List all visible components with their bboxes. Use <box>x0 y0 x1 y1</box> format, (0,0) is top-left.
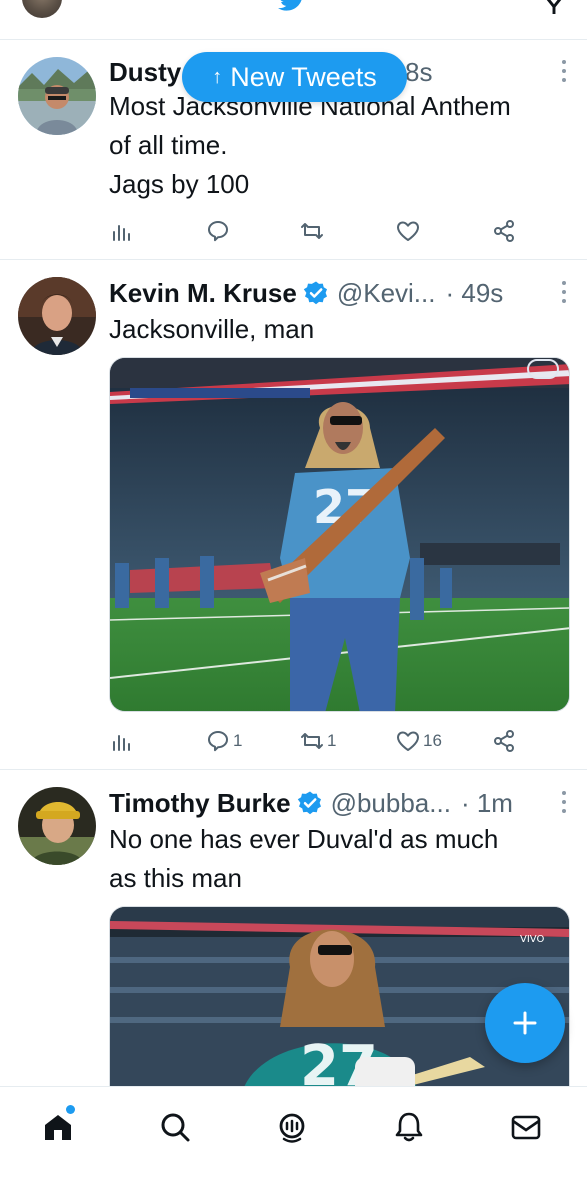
compose-plus-icon <box>513 1011 537 1035</box>
tweet-actions <box>109 216 529 246</box>
tweet-time[interactable]: · 1m <box>461 788 513 819</box>
twitter-logo-icon[interactable] <box>278 0 306 12</box>
tweet-text-line: of all time. <box>109 130 228 160</box>
tweet-media-image[interactable]: 27 <box>109 357 570 712</box>
retweet-button[interactable]: 1 <box>299 726 336 756</box>
tweet-header: Timothy Burke @bubba... · 1m <box>109 786 569 820</box>
reply-icon <box>208 221 228 242</box>
tweet-text-line: No one has ever Duval'd as much <box>109 824 499 854</box>
like-count: 16 <box>423 731 442 750</box>
new-tweets-label: New Tweets <box>230 61 377 92</box>
retweet-icon <box>301 733 323 749</box>
nav-search[interactable] <box>157 1109 193 1145</box>
verified-badge-icon <box>297 791 321 815</box>
tweet-text-line: as this man <box>109 863 242 893</box>
analytics-button[interactable] <box>109 216 135 246</box>
search-icon <box>161 1113 190 1142</box>
reply-count: 1 <box>233 731 243 750</box>
nav-messages[interactable] <box>508 1109 544 1145</box>
vivo-watermark: VIVO <box>520 934 544 945</box>
like-button[interactable] <box>395 216 421 246</box>
author-name[interactable]: Timothy Burke <box>109 788 291 819</box>
bottom-navigation <box>0 1086 587 1200</box>
arrow-up-icon: ↑ <box>212 65 223 88</box>
share-icon <box>494 220 514 242</box>
avatar[interactable] <box>18 277 96 355</box>
retweet-count: 1 <box>327 731 337 750</box>
heart-icon <box>397 221 419 241</box>
analytics-button[interactable] <box>109 726 135 756</box>
spaces-icon <box>279 1113 305 1143</box>
tweet-text-line: Jacksonville, man <box>109 314 315 344</box>
photo-guitarist-field: 27 <box>110 358 569 711</box>
author-handle[interactable]: @bubba... <box>331 788 451 819</box>
tweet-header: Kevin M. Kruse @Kevi... · 49s <box>109 276 569 310</box>
reply-icon <box>208 731 228 752</box>
nav-spaces[interactable] <box>274 1109 310 1145</box>
author-name[interactable]: Dusty <box>109 57 181 88</box>
nav-home[interactable] <box>40 1109 76 1145</box>
verified-badge-icon <box>303 281 327 305</box>
home-icon <box>45 1115 71 1140</box>
notifications-icon <box>395 1112 423 1142</box>
share-button[interactable] <box>491 726 517 756</box>
retweet-button[interactable] <box>299 216 325 246</box>
nav-notifications[interactable] <box>391 1109 427 1145</box>
compose-tweet-button[interactable] <box>485 983 565 1063</box>
tweet-text: Jacksonville, man <box>109 310 569 349</box>
new-content-dot <box>66 1105 75 1114</box>
tweet-time-row: 8s <box>405 55 569 89</box>
messages-icon <box>511 1115 541 1140</box>
avatar[interactable] <box>18 787 96 865</box>
more-options-icon[interactable] <box>559 58 569 84</box>
new-tweets-pill[interactable]: ↑ New Tweets <box>182 52 407 102</box>
more-options-icon[interactable] <box>559 279 569 305</box>
tweet-time[interactable]: · 49s <box>445 278 503 309</box>
tweet-text: No one has ever Duval'd as much as this … <box>109 820 569 898</box>
reply-button[interactable]: 1 <box>205 726 242 756</box>
sparkle-icon[interactable] <box>540 0 568 14</box>
share-button[interactable] <box>491 216 517 246</box>
top-bar <box>0 0 587 40</box>
share-icon <box>494 730 514 752</box>
analytics-icon <box>113 735 130 751</box>
tweet-text-line: Jags by 100 <box>109 169 250 199</box>
like-button[interactable]: 16 <box>395 726 442 756</box>
analytics-icon <box>113 225 130 241</box>
author-handle[interactable]: @Kevi... <box>337 278 436 309</box>
avatar[interactable] <box>18 57 96 135</box>
heart-icon <box>397 731 419 751</box>
tweet[interactable]: Kevin M. Kruse @Kevi... · 49s Jacksonvil… <box>0 260 587 770</box>
author-name[interactable]: Kevin M. Kruse <box>109 278 297 309</box>
tweet-actions: 1 1 16 <box>109 726 529 756</box>
tweet-time[interactable]: 8s <box>405 57 432 88</box>
reply-button[interactable] <box>205 216 231 246</box>
retweet-icon <box>301 223 323 239</box>
tweet-text: Most Jacksonville National Anthem of all… <box>109 87 569 204</box>
profile-avatar[interactable] <box>22 0 62 18</box>
more-options-icon[interactable] <box>559 789 569 815</box>
